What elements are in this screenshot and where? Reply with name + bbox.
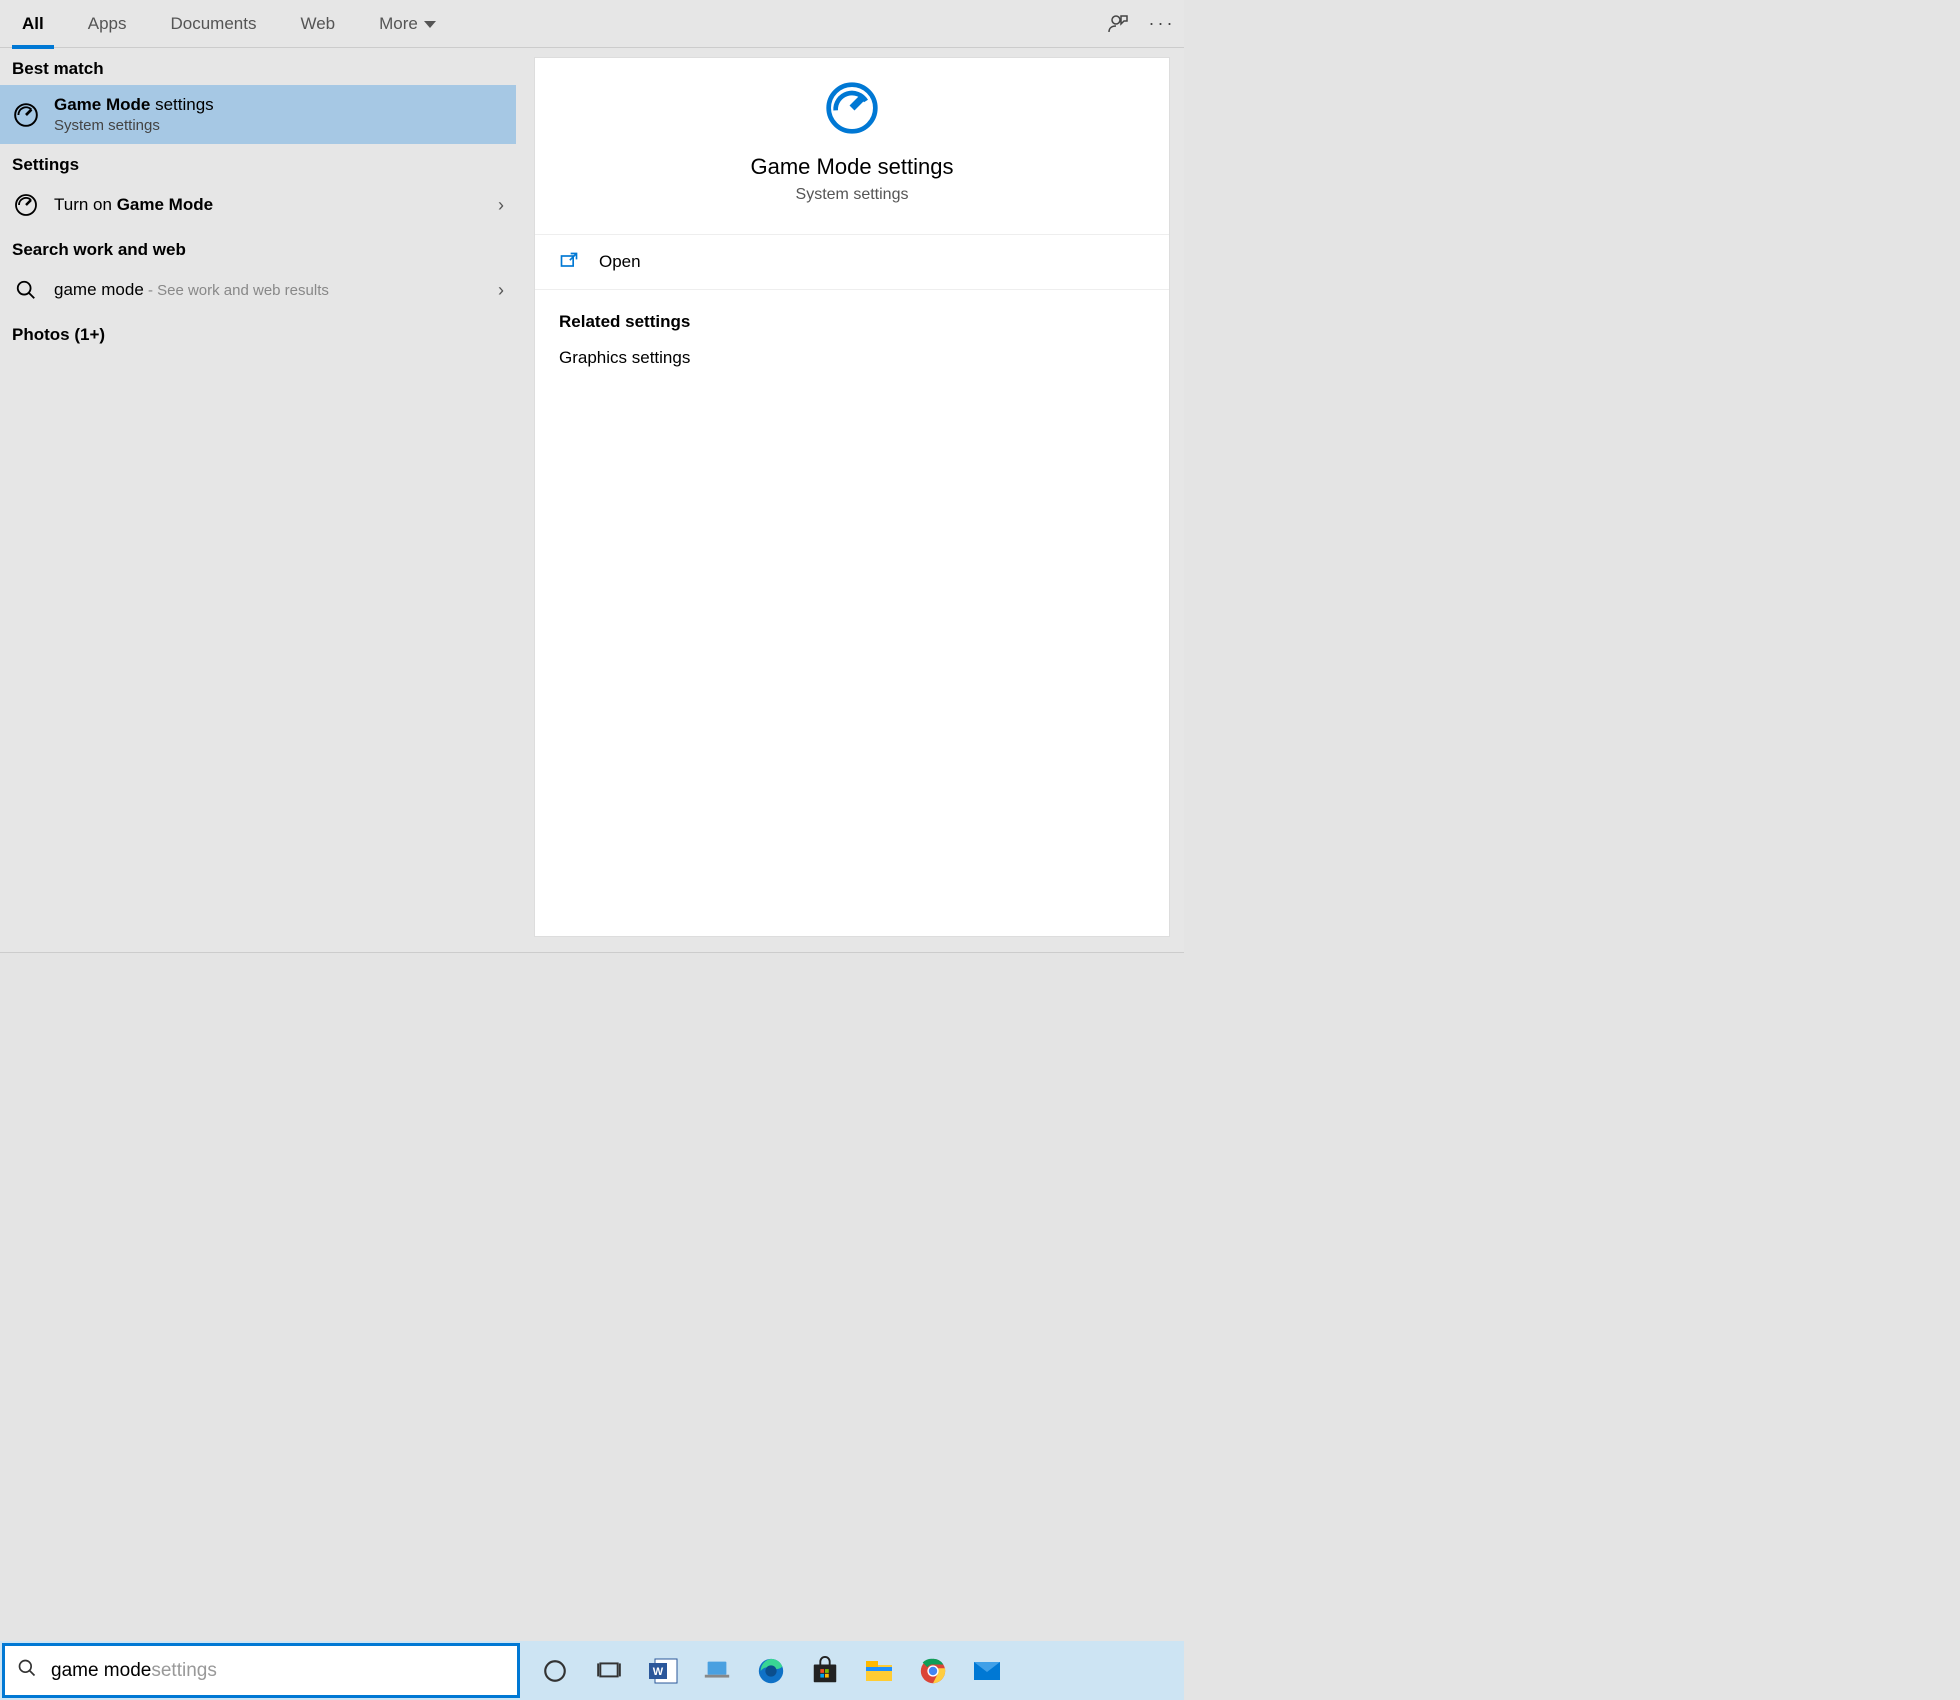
open-button[interactable]: Open xyxy=(535,235,1169,290)
open-label: Open xyxy=(599,252,641,272)
tab-apps[interactable]: Apps xyxy=(66,0,149,48)
open-icon xyxy=(559,251,581,273)
result-title: Game Mode settings xyxy=(54,95,504,115)
taskbar-taskview-icon[interactable] xyxy=(584,1646,634,1696)
svg-text:W: W xyxy=(653,1666,664,1678)
gauge-icon xyxy=(824,80,880,136)
result-title: game mode - See work and web results xyxy=(54,280,498,300)
result-title: Turn on Game Mode xyxy=(54,195,498,215)
feedback-icon[interactable] xyxy=(1096,0,1140,48)
search-typed-text: game mode xyxy=(51,1660,151,1682)
tab-documents[interactable]: Documents xyxy=(148,0,278,48)
taskbar-word-icon[interactable]: W xyxy=(638,1646,688,1696)
preview-title: Game Mode settings xyxy=(751,154,954,180)
result-best-match[interactable]: Game Mode settings System settings xyxy=(0,85,516,144)
search-icon xyxy=(12,276,40,304)
section-best-match: Best match xyxy=(0,48,516,85)
taskbar-explorer-icon[interactable] xyxy=(854,1646,904,1696)
chevron-right-icon: › xyxy=(498,280,504,301)
section-photos[interactable]: Photos (1+) xyxy=(0,314,516,351)
filter-tabs: All Apps Documents Web More ··· xyxy=(0,0,1184,48)
taskbar-mail-icon[interactable] xyxy=(962,1646,1012,1696)
preview-pane: Game Mode settings System settings Open … xyxy=(534,57,1170,937)
search-icon xyxy=(17,1658,37,1683)
related-link-graphics[interactable]: Graphics settings xyxy=(559,348,1145,368)
result-subtitle: System settings xyxy=(54,117,504,134)
related-heading: Related settings xyxy=(559,312,1145,332)
result-web-item[interactable]: game mode - See work and web results › xyxy=(0,266,516,314)
tab-all[interactable]: All xyxy=(0,0,66,48)
gauge-icon xyxy=(12,191,40,219)
result-settings-item[interactable]: Turn on Game Mode › xyxy=(0,181,516,229)
taskbar-cortana-icon[interactable] xyxy=(530,1646,580,1696)
chevron-down-icon xyxy=(424,21,436,28)
tab-more[interactable]: More xyxy=(357,0,458,48)
more-options-icon[interactable]: ··· xyxy=(1140,0,1184,48)
search-input[interactable]: game mode settings xyxy=(2,1643,520,1698)
tab-web[interactable]: Web xyxy=(278,0,357,48)
preview-subtitle: System settings xyxy=(796,186,909,204)
tab-more-label: More xyxy=(379,14,418,33)
section-settings: Settings xyxy=(0,144,516,181)
taskbar: game mode settings W xyxy=(0,1641,1184,1700)
results-list: Best match Game Mode settings System set… xyxy=(0,48,516,953)
taskbar-edge-icon[interactable] xyxy=(746,1646,796,1696)
taskbar-store-icon[interactable] xyxy=(800,1646,850,1696)
taskbar-laptop-icon[interactable] xyxy=(692,1646,742,1696)
search-completion-text: settings xyxy=(151,1660,216,1682)
section-search-web: Search work and web xyxy=(0,229,516,266)
gauge-icon xyxy=(12,101,40,129)
chevron-right-icon: › xyxy=(498,195,504,216)
taskbar-chrome-icon[interactable] xyxy=(908,1646,958,1696)
